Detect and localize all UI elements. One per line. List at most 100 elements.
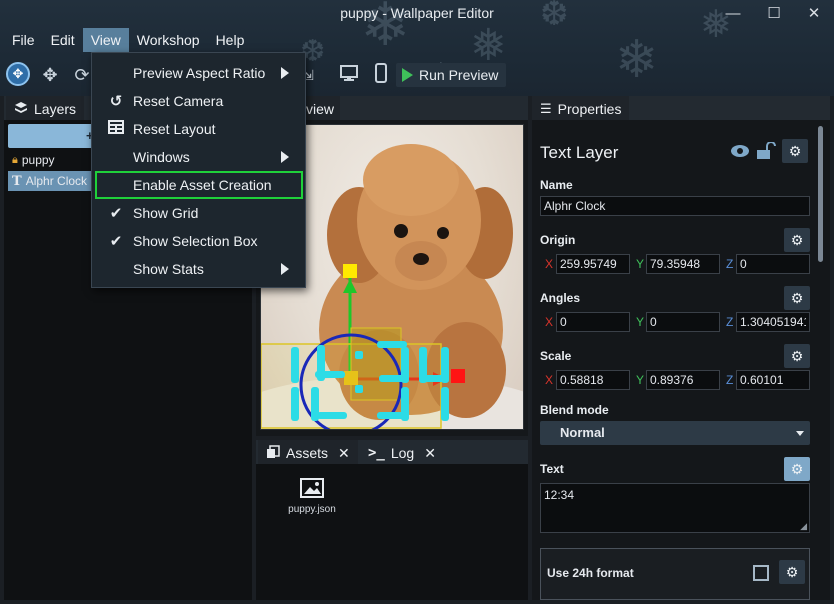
name-field[interactable] xyxy=(540,196,810,216)
menu-item-label: Show Grid xyxy=(133,205,199,221)
menu-item-reset-layout[interactable]: Reset Layout xyxy=(92,115,305,143)
menu-item-preview-aspect-ratio[interactable]: Preview Aspect Ratio xyxy=(92,59,305,87)
chevron-down-icon xyxy=(796,431,804,436)
list-icon: ☰ xyxy=(540,101,552,116)
mobile-preview-icon[interactable] xyxy=(369,63,393,87)
layer-item-alphr-clock[interactable]: T Alphr Clock xyxy=(8,171,92,191)
menu-item-windows[interactable]: Windows xyxy=(92,143,305,171)
menu-item-label: Reset Layout xyxy=(133,121,216,137)
run-preview-button[interactable]: Run Preview xyxy=(396,63,507,87)
origin-z-field[interactable] xyxy=(736,254,810,274)
title-bar: puppy - Wallpaper Editor — ☐ ✕ xyxy=(0,0,834,28)
layers-tab-label: Layers xyxy=(34,101,77,117)
asset-file-item[interactable]: puppy.json xyxy=(282,478,342,515)
submenu-arrow-icon xyxy=(281,151,289,163)
menu-item-label: Windows xyxy=(133,149,190,165)
scale-y-axis-label: Y xyxy=(636,373,645,387)
highlight-box xyxy=(95,171,303,199)
scale-label: Scale xyxy=(540,349,572,363)
angles-x-field[interactable] xyxy=(556,312,630,332)
layer-label-puppy: puppy xyxy=(21,153,55,167)
origin-x-axis-label: X xyxy=(545,257,554,271)
menu-item-show-selection-box[interactable]: ✔ Show Selection Box xyxy=(92,227,305,255)
tab-properties[interactable]: ☰ Properties xyxy=(532,96,630,122)
origin-y-field[interactable] xyxy=(646,254,720,274)
close-icon[interactable]: ✕ xyxy=(338,445,350,462)
angles-label: Angles xyxy=(540,291,581,305)
layer-label-alphr-clock: Alphr Clock xyxy=(25,174,88,188)
menu-help[interactable]: Help xyxy=(208,28,253,52)
angles-z-axis-label: Z xyxy=(726,315,734,329)
visibility-eye-icon[interactable] xyxy=(730,144,750,161)
check-icon: ✔ xyxy=(109,233,123,250)
menu-item-show-grid[interactable]: ✔ Show Grid xyxy=(92,199,305,227)
menu-item-show-stats[interactable]: Show Stats xyxy=(92,255,305,283)
minimize-button[interactable]: — xyxy=(713,3,753,25)
menu-item-label: Show Selection Box xyxy=(133,233,258,249)
angles-z-field[interactable] xyxy=(736,312,810,332)
select-tool-icon[interactable]: ✥ xyxy=(6,62,30,86)
text-gear-button[interactable]: ⚙ xyxy=(784,457,810,481)
origin-x-field[interactable] xyxy=(556,254,630,274)
use-24h-label: Use 24h format xyxy=(547,566,634,580)
check-icon: ✔ xyxy=(109,205,123,222)
assets-tab-label: Assets xyxy=(286,445,329,461)
text-area[interactable]: 12:34 ◢ xyxy=(540,483,810,533)
layer-type-title: Text Layer xyxy=(540,143,619,162)
origin-gear-button[interactable]: ⚙ xyxy=(784,228,810,252)
submenu-arrow-icon xyxy=(281,67,289,79)
use-24h-section: Use 24h format ⚙ xyxy=(540,548,810,600)
scale-gear-button[interactable]: ⚙ xyxy=(784,344,810,368)
scale-z-field[interactable] xyxy=(736,370,810,390)
desktop-preview-icon[interactable] xyxy=(337,63,361,87)
log-tab-label: Log xyxy=(390,445,415,461)
maximize-button[interactable]: ☐ xyxy=(754,3,794,25)
submenu-arrow-icon xyxy=(281,263,289,275)
tab-assets[interactable]: Assets ✕ xyxy=(258,440,358,466)
menu-view[interactable]: View xyxy=(82,28,129,52)
window-title: puppy - Wallpaper Editor xyxy=(340,5,494,21)
layer-settings-gear-button[interactable]: ⚙ xyxy=(782,139,808,163)
blend-mode-select[interactable]: Normal xyxy=(540,421,810,445)
angles-gear-button[interactable]: ⚙ xyxy=(784,286,810,310)
move-tool-icon[interactable]: ✥ xyxy=(38,63,62,87)
scale-x-axis-label: X xyxy=(545,373,554,387)
angles-y-field[interactable] xyxy=(646,312,720,332)
use-24h-gear-button[interactable]: ⚙ xyxy=(779,560,805,584)
name-label: Name xyxy=(540,178,573,192)
menu-edit[interactable]: Edit xyxy=(43,28,83,52)
menu-file[interactable]: File xyxy=(4,28,43,52)
lock-icon: 🔒︎ xyxy=(12,153,18,166)
resize-handle-icon[interactable]: ◢ xyxy=(800,521,807,532)
terminal-icon: >_ xyxy=(368,445,385,461)
unlock-icon[interactable] xyxy=(756,141,776,163)
tab-layers[interactable]: Layers xyxy=(6,96,85,122)
asset-file-name: puppy.json xyxy=(288,504,336,515)
properties-scrollbar[interactable] xyxy=(818,126,823,262)
blend-mode-label: Blend mode xyxy=(540,403,609,417)
reset-camera-icon: ↺ xyxy=(109,93,123,110)
origin-z-axis-label: Z xyxy=(726,257,734,271)
angles-y-axis-label: Y xyxy=(636,315,645,329)
menu-item-label: Reset Camera xyxy=(133,93,224,109)
text-label: Text xyxy=(540,462,564,476)
scale-x-field[interactable] xyxy=(556,370,630,390)
close-button[interactable]: ✕ xyxy=(794,3,834,25)
menu-workshop[interactable]: Workshop xyxy=(129,28,208,52)
tab-preview[interactable]: view xyxy=(300,96,341,122)
preview-tab-label: view xyxy=(306,101,335,117)
layout-grid-icon xyxy=(106,120,126,138)
assets-icon xyxy=(266,444,280,462)
close-icon[interactable]: ✕ xyxy=(424,445,436,462)
scale-z-axis-label: Z xyxy=(726,373,734,387)
run-preview-label: Run Preview xyxy=(419,67,499,83)
layers-icon xyxy=(14,101,28,118)
menu-item-reset-camera[interactable]: ↺ Reset Camera xyxy=(92,87,305,115)
layer-item-puppy[interactable]: 🔒︎ puppy xyxy=(8,150,88,170)
origin-label: Origin xyxy=(540,233,576,247)
scale-y-field[interactable] xyxy=(646,370,720,390)
menu-item-label: Show Stats xyxy=(133,261,204,277)
play-icon xyxy=(402,68,413,82)
tab-log[interactable]: >_ Log ✕ xyxy=(360,440,444,466)
use-24h-checkbox[interactable] xyxy=(753,565,769,581)
